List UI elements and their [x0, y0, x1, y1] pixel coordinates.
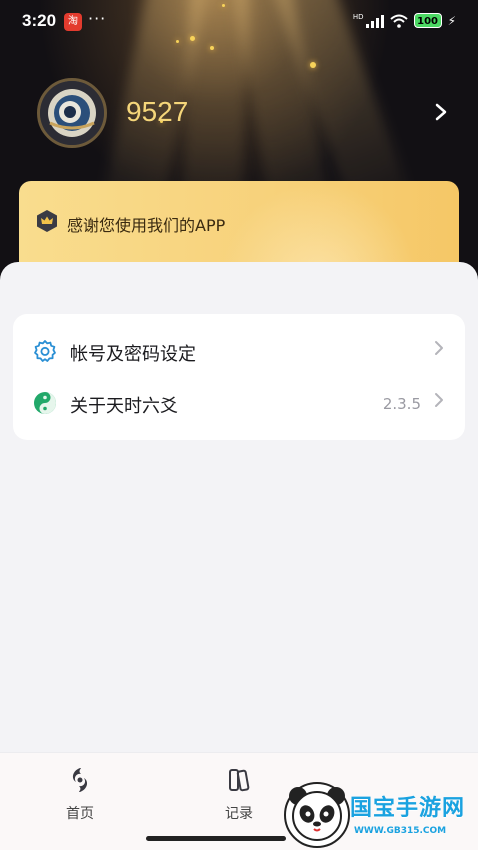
tab-label: 首页 — [66, 806, 94, 822]
status-time: 3:20 — [22, 11, 57, 30]
sparkle — [310, 62, 316, 68]
banner-text: 感谢您使用我们的APP — [67, 216, 226, 235]
status-bar: 3:20 淘 ··· HD 100 ⚡ — [0, 0, 478, 44]
status-indicators: HD 100 ⚡ — [353, 13, 456, 28]
wifi-icon — [389, 14, 408, 28]
avatar-image — [40, 81, 104, 145]
chevron-right-icon — [433, 338, 445, 363]
chevron-right-icon — [433, 390, 445, 415]
charging-icon: ⚡ — [447, 13, 456, 28]
hd-label: HD — [352, 13, 364, 21]
tab-home[interactable]: 首页 — [40, 765, 120, 823]
settings-row-account[interactable]: 帐号及密码设定 — [13, 326, 465, 378]
profile-chevron-right-icon[interactable] — [434, 100, 448, 128]
settings-card: 帐号及密码设定 关于天时六爻 2.3.5 — [13, 314, 465, 440]
gear-icon — [34, 340, 56, 362]
battery-indicator: 100 — [413, 13, 442, 28]
app-version: 2.3.5 — [382, 395, 421, 413]
records-icon — [229, 769, 250, 792]
panda-logo-icon — [284, 782, 350, 848]
username[interactable]: 9527 — [126, 96, 188, 128]
settings-row-label: 关于天时六爻 — [70, 396, 178, 417]
taobao-app-icon: 淘 — [64, 13, 82, 31]
home-logo-icon — [72, 768, 88, 792]
home-indicator[interactable] — [146, 836, 286, 841]
settings-row-about[interactable]: 关于天时六爻 2.3.5 — [13, 378, 465, 430]
cell-signal-icon — [365, 14, 384, 28]
settings-row-label: 帐号及密码设定 — [70, 344, 196, 365]
watermark-title: 国宝手游网 — [350, 796, 466, 821]
yin-yang-icon — [34, 392, 56, 414]
avatar[interactable] — [37, 78, 107, 148]
crown-badge-icon — [37, 210, 57, 232]
watermark-url: WWW.GB315.COM — [354, 826, 447, 836]
more-notifications-icon: ··· — [88, 9, 107, 28]
sparkle — [210, 46, 214, 50]
tab-records[interactable]: 记录 — [199, 765, 279, 823]
tab-label: 记录 — [225, 806, 253, 822]
site-watermark: 国宝手游网 WWW.GB315.COM — [282, 778, 478, 850]
